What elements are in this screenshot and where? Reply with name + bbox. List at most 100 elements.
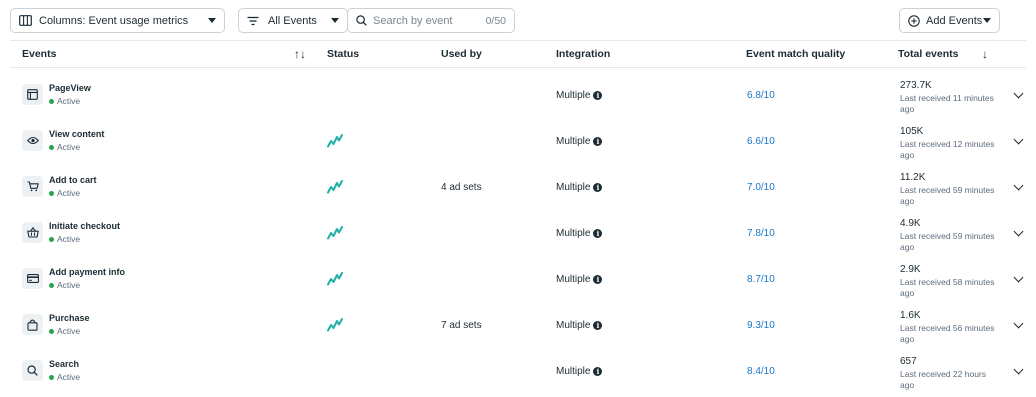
expand-chevron-icon[interactable] [1013,364,1024,375]
active-dot-icon [49,236,54,242]
used-by-value[interactable]: 7 ad sets [441,320,482,331]
last-received-text: Last received 22 hours ago [900,369,986,390]
info-icon[interactable]: i [593,137,603,146]
trend-sparkline-icon [327,226,343,245]
search-placeholder: Search by event [373,14,453,27]
last-received-text: Last received 11 minutes ago [900,93,994,114]
toolbar: Columns: Event usage metrics All Events … [10,8,1026,34]
total-events-count: 11.2K [900,172,926,183]
search-input[interactable]: Search by event 0/50 [347,8,515,33]
total-events-count: 657 [900,356,917,367]
caret-down-icon [208,18,216,23]
event-match-quality-link[interactable]: 6.6/10 [747,136,775,147]
event-match-quality-link[interactable]: 8.7/10 [747,274,775,285]
used-by-value[interactable]: 4 ad sets [441,182,482,193]
expand-chevron-icon[interactable] [1013,226,1024,237]
event-status: Active [49,188,80,198]
active-dot-icon [49,328,54,334]
header-used-by[interactable]: Used by [441,48,482,60]
expand-chevron-icon[interactable] [1013,180,1024,191]
info-icon[interactable]: i [593,275,603,284]
event-match-quality-link[interactable]: 7.8/10 [747,228,775,239]
event-name[interactable]: PageView [49,83,91,93]
info-icon[interactable]: i [593,367,603,376]
table-row[interactable]: Purchase Active 7 ad sets Multiple i 9.3/10 1.… [10,303,1026,349]
event-name[interactable]: Initiate checkout [49,221,120,231]
event-name[interactable]: Add to cart [49,175,97,185]
integration-label: Multiple [556,136,591,147]
integration-value: Multiple i [556,366,603,377]
integration-value: Multiple i [556,228,603,239]
table-row[interactable]: Initiate checkout Active Multiple i 7.8/10 4.… [10,211,1026,257]
magnifier-icon [22,360,43,381]
header-event-match-quality[interactable]: Event match quality [746,48,845,60]
event-status-label: Active [57,280,81,290]
info-icon[interactable]: i [593,229,603,238]
expand-chevron-icon[interactable] [1013,318,1024,329]
header-integration[interactable]: Integration [556,48,610,60]
active-dot-icon [49,374,54,380]
event-match-quality-link[interactable]: 9.3/10 [747,320,775,331]
trend-sparkline-icon [327,318,343,337]
event-match-quality-link[interactable]: 7.0/10 [747,182,775,193]
last-received-text: Last received 59 minutes ago [900,231,995,252]
table-row[interactable]: PageView Active Multiple i 6.8/10 273.7K Last … [10,73,1026,119]
caret-down-icon [331,18,339,23]
add-events-label: Add Events [926,14,983,27]
integration-value: Multiple i [556,320,603,331]
active-dot-icon [49,190,54,196]
events-manager-panel: Columns: Event usage metrics All Events … [0,0,1036,397]
event-name[interactable]: Search [49,359,79,369]
event-name[interactable]: Add payment info [49,267,125,277]
info-icon[interactable]: i [593,91,603,100]
columns-dropdown[interactable]: Columns: Event usage metrics [10,8,225,33]
caret-down-icon [983,18,991,23]
sort-toggle-icon[interactable]: ↑↓ [294,47,306,61]
table-row[interactable]: Add payment info Active Multiple i 8.7/10 2.9… [10,257,1026,303]
plus-circle-icon [908,14,920,27]
integration-value: Multiple i [556,274,603,285]
event-name[interactable]: Purchase [49,313,90,323]
event-status-label: Active [57,142,81,152]
event-status-label: Active [57,96,81,106]
integration-label: Multiple [556,274,591,285]
table-row[interactable]: Search Active Multiple i 8.4/10 657 Last recei… [10,349,1026,395]
trend-sparkline-icon [327,134,343,153]
event-status: Active [49,142,80,152]
active-dot-icon [49,282,54,288]
expand-chevron-icon[interactable] [1013,272,1024,283]
trend-sparkline-icon [327,272,343,291]
event-filter-label: All Events [268,14,317,27]
last-received-text: Last received 56 minutes ago [900,323,995,344]
event-filter-dropdown[interactable]: All Events [238,8,348,33]
sort-descending-icon[interactable]: ↓ [982,47,988,61]
event-match-quality-link[interactable]: 8.4/10 [747,366,775,377]
columns-icon [19,15,32,26]
integration-label: Multiple [556,182,591,193]
total-events-count: 105K [900,126,924,137]
expand-chevron-icon[interactable] [1013,134,1024,145]
info-icon[interactable]: i [593,321,603,330]
event-name[interactable]: View content [49,129,104,139]
table-row[interactable]: View content Active Multiple i 6.6/10 105K Las… [10,119,1026,165]
total-events-count: 2.9K [900,264,921,275]
header-total-events[interactable]: Total events [898,48,959,60]
integration-label: Multiple [556,320,591,331]
event-status: Active [49,372,80,382]
event-status: Active [49,96,80,106]
header-events[interactable]: Events [22,48,56,60]
event-status: Active [49,280,80,290]
info-icon[interactable]: i [593,183,603,192]
shopping-basket-icon [22,222,43,243]
search-char-count: 0/50 [485,14,506,27]
table-row[interactable]: Add to cart Active 4 ad sets Multiple i 7.0/1… [10,165,1026,211]
columns-dropdown-label: Columns: Event usage metrics [39,14,189,27]
eye-icon [22,130,43,151]
total-events-count: 1.6K [900,310,921,321]
active-dot-icon [49,98,54,104]
header-status[interactable]: Status [327,48,359,60]
add-events-button[interactable]: Add Events [899,8,1000,33]
event-match-quality-link[interactable]: 6.8/10 [747,90,775,101]
expand-chevron-icon[interactable] [1013,88,1024,99]
active-dot-icon [49,144,54,150]
